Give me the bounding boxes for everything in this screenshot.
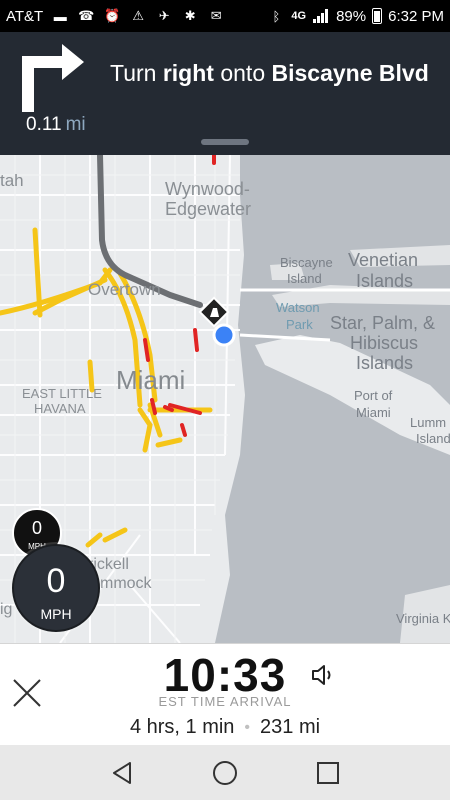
map-label: Venetian: [348, 250, 419, 270]
network-label: 4G: [291, 10, 307, 22]
recents-button[interactable]: [311, 756, 345, 790]
back-icon: [112, 761, 131, 784]
battery-percent: 89%: [336, 7, 367, 25]
map-label: Wynwood-: [165, 179, 250, 199]
map-label: mmock: [100, 575, 152, 592]
distance-unit: mi: [65, 114, 86, 135]
trip-summary-panel[interactable]: 10:33 EST TIME ARRIVAL 4 hrs, 1 min • 231 …: [0, 643, 450, 746]
map-label: HAVANA: [34, 401, 86, 416]
carrier-label: AT&T: [6, 7, 44, 25]
warning-icon: ⚠: [132, 8, 145, 23]
map-label: Biscayne: [280, 255, 333, 270]
map-label: Island: [287, 271, 322, 286]
map-label: EAST LITTLE: [22, 386, 102, 401]
map-label: Hibiscus: [350, 333, 419, 353]
battery-icon: [372, 8, 383, 24]
map-label: Lumm: [410, 415, 447, 430]
home-button[interactable]: [208, 756, 242, 790]
map-label: Overtown: [88, 280, 161, 299]
status-bar: AT&T ▬ ☎ ⏰ ⚠ ✈ ✱ ✉ ᛒ 4G 89% 6:32 PM: [0, 0, 450, 32]
instruction-direction: right: [162, 60, 214, 86]
trip-distance: 231 mi: [260, 716, 321, 738]
turn-right-icon: [22, 44, 84, 112]
map-label: Port of: [354, 388, 393, 403]
current-speed-unit: MPH: [40, 606, 72, 622]
map-label: Miami: [116, 365, 186, 395]
navigation-header[interactable]: 0.11 mi Turn right onto Biscayne Blvd: [0, 32, 450, 155]
speed-limit-value: 0: [31, 518, 42, 538]
map-label: Miami: [356, 405, 391, 420]
signal-icon: [312, 8, 330, 24]
arrival-label: EST TIME ARRIVAL: [158, 694, 292, 709]
back-button[interactable]: [105, 756, 139, 790]
mail-icon: ✉: [210, 8, 222, 23]
map-label: tah: [0, 171, 24, 190]
missed-call-icon: ☎: [78, 8, 95, 23]
turn-instruction: Turn right onto Biscayne Blvd: [110, 60, 429, 87]
current-speed-value: 0: [46, 562, 66, 600]
clock: 6:32 PM: [388, 7, 444, 25]
instruction-prefix: Turn: [110, 60, 157, 86]
map-label: Islands: [356, 353, 414, 373]
drag-handle[interactable]: [201, 139, 249, 145]
current-speed-badge: 0 MPH: [12, 544, 100, 632]
instruction-middle: onto: [220, 60, 266, 86]
map-label: Island: [416, 431, 450, 446]
trip-duration: 4 hrs, 1 min: [129, 716, 235, 738]
satellite-icon: ✈: [158, 8, 170, 23]
debug-icon: ✱: [184, 8, 196, 23]
instruction-street: Biscayne Blvd: [271, 60, 429, 86]
trip-details: 4 hrs, 1 min • 231 mi: [0, 716, 450, 739]
map-label: Edgewater: [165, 199, 252, 219]
home-icon: [212, 760, 237, 785]
alarm-icon: ⏰: [104, 8, 121, 23]
volume-icon[interactable]: [310, 662, 336, 688]
message-icon: ▬: [53, 8, 67, 24]
maneuver-distance: 0.11 mi: [26, 114, 86, 136]
separator-dot: •: [244, 718, 251, 736]
current-location-marker: [212, 323, 236, 347]
recents-icon: [317, 761, 340, 784]
system-navigation-bar: [0, 745, 450, 800]
map-label: Virginia K: [396, 611, 450, 626]
map-label: ig: [0, 601, 13, 618]
map-label: Park: [286, 317, 313, 332]
distance-value: 0.11: [26, 114, 62, 135]
bluetooth-icon: ᛒ: [272, 8, 281, 24]
construction-icon: [198, 296, 230, 328]
map-label: Watson: [276, 300, 320, 315]
map-label: Islands: [356, 271, 414, 291]
map-label: Star, Palm, &: [330, 313, 436, 333]
